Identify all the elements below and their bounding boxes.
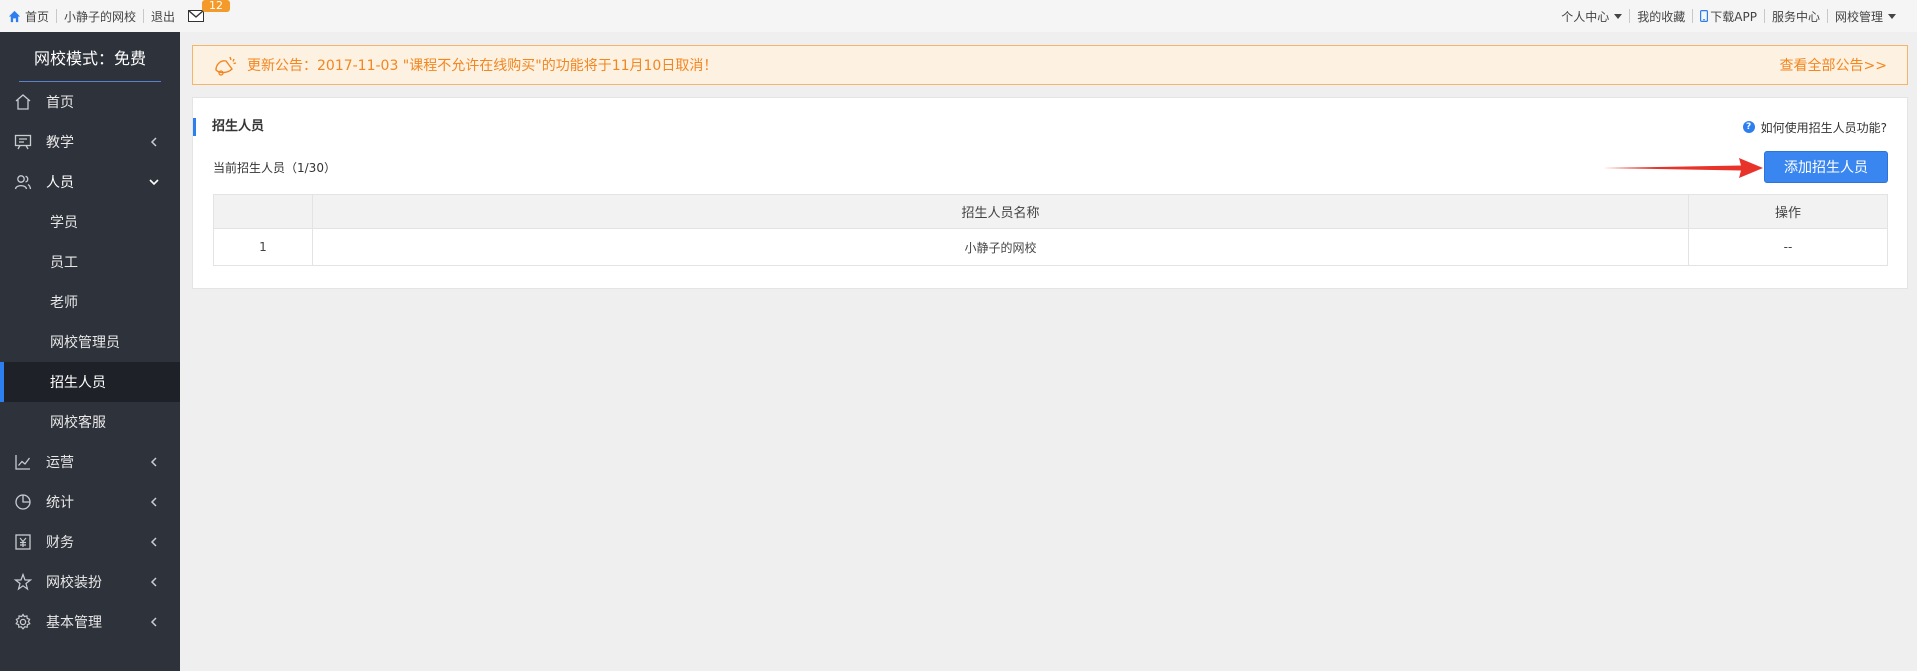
- sub-teachers-label: 老师: [50, 295, 78, 311]
- chevron-left-icon: [150, 137, 157, 147]
- row-index: 1: [213, 228, 313, 266]
- school-admin-menu[interactable]: 网校管理: [1826, 9, 1903, 24]
- announcement-bar: 更新公告：2017-11-03 "课程不允许在线购买"的功能将于11月10日取消…: [192, 45, 1908, 85]
- menu-operations-label: 运营: [46, 455, 74, 471]
- mail-count-badge: 12: [202, 0, 231, 12]
- caret-down-icon: [1614, 13, 1623, 19]
- menu-finance[interactable]: 财务: [0, 522, 180, 562]
- personal-center-menu[interactable]: 个人中心: [1554, 9, 1629, 24]
- home-icon: [15, 94, 31, 110]
- menu-basic-settings[interactable]: 基本管理: [0, 602, 180, 642]
- sub-students-label: 学员: [50, 215, 78, 231]
- phone-icon: [1700, 10, 1709, 22]
- sub-recruiters[interactable]: 招生人员: [0, 362, 180, 402]
- decoration-icon: [14, 573, 32, 591]
- personal-center-label: 个人中心: [1561, 9, 1610, 24]
- question-icon: ?: [1742, 121, 1755, 133]
- chevron-left-icon: [150, 497, 157, 507]
- sub-customer-service-label: 网校客服: [50, 415, 106, 431]
- download-app-link[interactable]: 下载APP: [1692, 9, 1764, 24]
- menu-operations[interactable]: 运营: [0, 442, 180, 482]
- mail-icon: [188, 10, 205, 22]
- menu-teaching[interactable]: 教学: [0, 122, 180, 162]
- teaching-icon: [14, 134, 32, 150]
- chevron-down-icon: [149, 179, 159, 186]
- logout-label: 退出: [151, 9, 176, 24]
- help-link-label: 如何使用招生人员功能?: [1760, 120, 1887, 135]
- panel-header: 招生人员 ? 如何使用招生人员功能?: [193, 118, 1907, 136]
- school-name-label: 小静子的网校: [64, 9, 137, 24]
- school-admin-label: 网校管理: [1834, 9, 1883, 24]
- school-name-link[interactable]: 小静子的网校: [56, 9, 143, 24]
- menu-people-label: 人员: [46, 175, 74, 191]
- download-app-label: 下载APP: [1710, 9, 1757, 24]
- sub-students[interactable]: 学员: [0, 202, 180, 242]
- menu-statistics[interactable]: 统计: [0, 482, 180, 522]
- menu-statistics-label: 统计: [46, 495, 74, 511]
- sub-staff-label: 员工: [50, 255, 78, 271]
- recruiter-count: 当前招生人员（1/30）: [213, 161, 336, 175]
- menu-teaching-label: 教学: [46, 135, 74, 151]
- column-header-index: [213, 194, 313, 229]
- chevron-left-icon: [150, 457, 157, 467]
- announcement-content: 更新公告：2017-11-03 "课程不允许在线购买"的功能将于11月10日取消…: [213, 54, 717, 76]
- recruiters-table: 招生人员名称 操作 1 小静子的网校 --: [213, 194, 1888, 266]
- help-link[interactable]: ? 如何使用招生人员功能?: [1742, 119, 1907, 136]
- top-bar-right: 个人中心 我的收藏 下载APP 服务中心 网校管理: [1554, 9, 1917, 24]
- view-all-announcements-link[interactable]: 查看全部公告>>: [1780, 55, 1887, 75]
- school-mode-title: 网校模式：免费: [0, 32, 180, 82]
- chart-line-icon: [15, 455, 31, 470]
- chevron-left-icon: [150, 577, 157, 587]
- people-icon: [14, 175, 32, 190]
- finance-icon: [15, 534, 31, 550]
- home-icon: [8, 10, 21, 22]
- recruiters-panel: 招生人员 ? 如何使用招生人员功能? 当前招生人员（1/30） 添加招生人员 招…: [192, 97, 1908, 289]
- chevron-left-icon: [150, 537, 157, 547]
- logout-link[interactable]: 退出: [143, 9, 182, 24]
- recruiter-name: 小静子的网校: [312, 228, 1689, 266]
- row-actions: --: [1688, 228, 1888, 266]
- home-link[interactable]: 首页: [8, 9, 56, 24]
- menu-finance-label: 财务: [46, 535, 74, 551]
- top-bar-left: 首页 小静子的网校 退出 12: [0, 0, 231, 24]
- announcement-text: 更新公告：2017-11-03 "课程不允许在线购买"的功能将于11月10日取消…: [247, 58, 718, 74]
- column-header-name: 招生人员名称: [312, 194, 1689, 229]
- sub-recruiters-label: 招生人员: [50, 375, 106, 391]
- pie-chart-icon: [15, 494, 31, 510]
- menu-people[interactable]: 人员: [0, 162, 180, 202]
- announcement-icon: [215, 56, 237, 76]
- top-bar: 首页 小静子的网校 退出 12 个人中心 我的收藏 下载APP 服务中心 网校管…: [0, 0, 1917, 32]
- sub-school-admins[interactable]: 网校管理员: [0, 322, 180, 362]
- service-center-link[interactable]: 服务中心: [1763, 9, 1827, 24]
- chevron-left-icon: [150, 617, 157, 627]
- mail-button[interactable]: 12: [182, 0, 231, 22]
- column-header-actions: 操作: [1688, 194, 1888, 229]
- table-row: 1 小静子的网校 --: [213, 228, 1888, 266]
- menu-home[interactable]: 首页: [0, 82, 180, 122]
- table-header-row: 招生人员名称 操作: [213, 194, 1888, 229]
- add-recruiter-button[interactable]: 添加招生人员: [1764, 151, 1888, 183]
- sidebar: 网校模式：免费 首页 教学 人员 学员 员工 老师 网校管理员 招生人员 网校客…: [0, 32, 180, 671]
- page-title: 招生人员: [193, 118, 264, 136]
- sub-staff[interactable]: 员工: [0, 242, 180, 282]
- sub-school-admins-label: 网校管理员: [50, 335, 120, 351]
- menu-decoration[interactable]: 网校装扮: [0, 562, 180, 602]
- sub-customer-service[interactable]: 网校客服: [0, 402, 180, 442]
- caret-down-icon: [1888, 13, 1896, 19]
- gear-icon: [15, 613, 31, 630]
- menu-basic-settings-label: 基本管理: [46, 615, 102, 631]
- my-favorites-label: 我的收藏: [1637, 9, 1686, 24]
- my-favorites-link[interactable]: 我的收藏: [1629, 9, 1692, 24]
- sub-teachers[interactable]: 老师: [0, 282, 180, 322]
- arrow-right-icon: [1603, 158, 1763, 178]
- service-center-label: 服务中心: [1771, 9, 1820, 24]
- menu-decoration-label: 网校装扮: [46, 575, 102, 591]
- home-link-label: 首页: [25, 9, 50, 24]
- menu-home-label: 首页: [46, 95, 74, 111]
